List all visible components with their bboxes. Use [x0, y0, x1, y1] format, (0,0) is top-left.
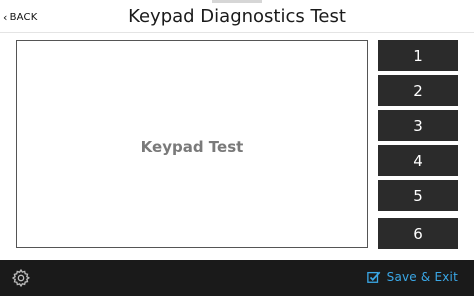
key-5-button[interactable]: 5 [378, 180, 458, 211]
keypad-test-label: Keypad Test [140, 138, 244, 156]
key-3-button[interactable]: 3 [378, 110, 458, 141]
header-divider [0, 32, 474, 33]
footer-bar: Save & Exit [0, 260, 474, 296]
checkbox-check-icon [366, 271, 380, 283]
header-bar: ‹ BACK Keypad Diagnostics Test [0, 0, 474, 32]
page-title: Keypad Diagnostics Test [128, 6, 346, 27]
save-exit-label: Save & Exit [386, 270, 458, 284]
keypad-test-panel: Keypad Test [16, 40, 368, 248]
gear-icon[interactable] [11, 268, 31, 288]
key-2-button[interactable]: 2 [378, 75, 458, 106]
key-4-button[interactable]: 4 [378, 145, 458, 176]
key-1-button[interactable]: 1 [378, 40, 458, 71]
key-6-button[interactable]: 6 [378, 218, 458, 249]
save-exit-button[interactable]: Save & Exit [366, 270, 458, 284]
